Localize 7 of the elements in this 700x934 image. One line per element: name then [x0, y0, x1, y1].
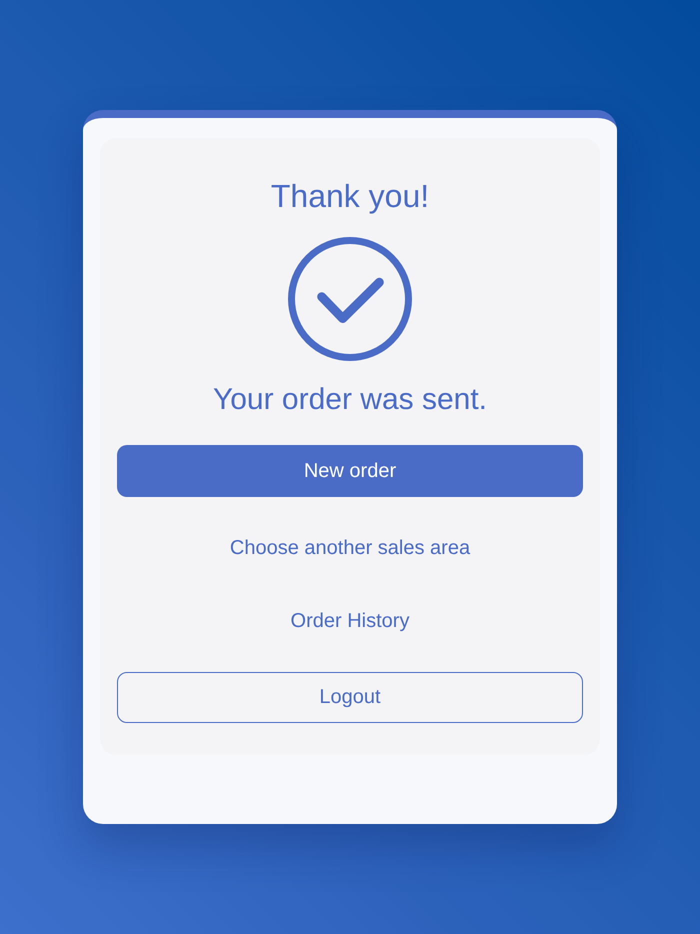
- logout-button[interactable]: Logout: [117, 672, 583, 723]
- text-link[interactable]: Choose another sales area: [224, 526, 476, 570]
- check-circle-icon: [288, 237, 412, 361]
- new-order-button[interactable]: New order: [117, 445, 583, 497]
- confirmation-title: Thank you!: [270, 177, 430, 216]
- confirmation-message: Your order was sent.: [212, 382, 488, 418]
- text-link[interactable]: Order History: [284, 599, 416, 643]
